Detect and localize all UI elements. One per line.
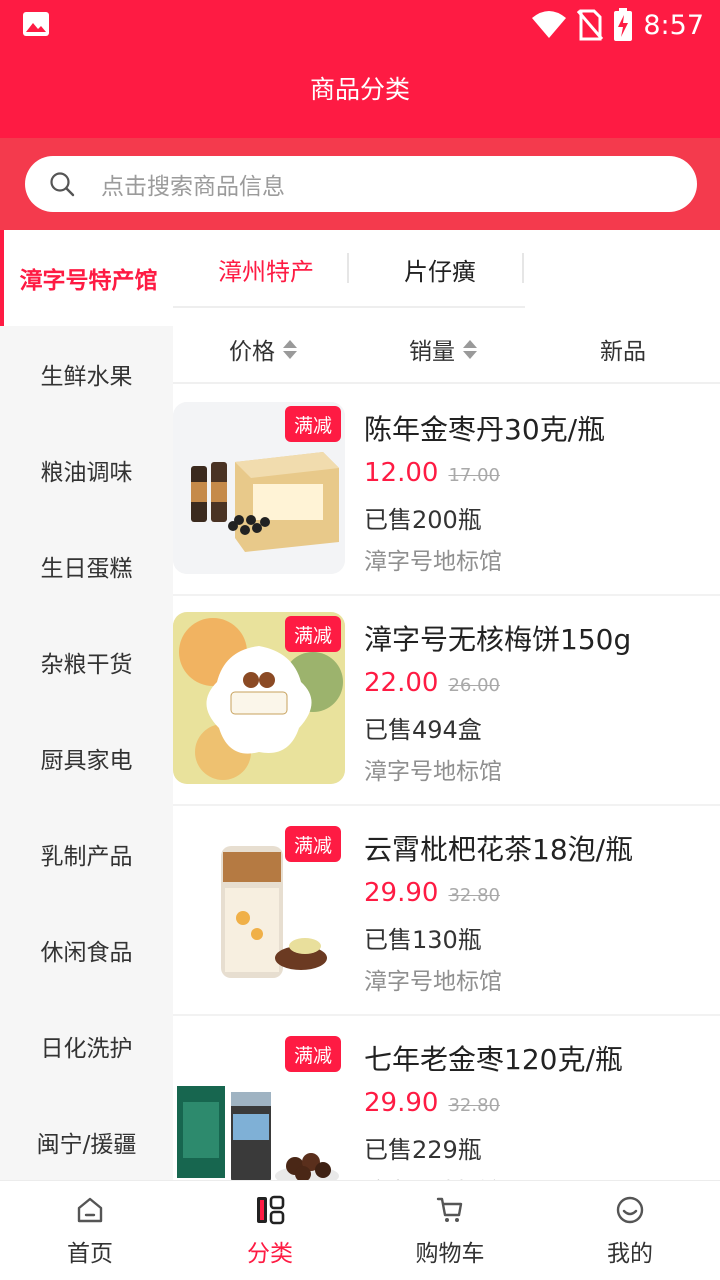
sidebar-item-daily-care[interactable]: 日化洗护 [0,998,173,1094]
search-placeholder: 点击搜索商品信息 [101,174,285,200]
product-card[interactable]: 满减 七年老金枣120克/瓶 29.90 32.80 已售229瓶 漳字号地标馆 [173,1016,720,1180]
product-list: 满减 陈年金枣丹30克/瓶 12.00 17.00 已售200瓶 漳字号地标馆 … [173,386,720,1180]
sidebar-item-appliances[interactable]: 厨具家电 [0,710,173,806]
battery-charging-icon [614,8,633,41]
page-title: 商品分类 [309,75,410,104]
current-price: 29.90 [364,1088,439,1118]
nav-category-label: 分类 [247,1240,293,1267]
original-price: 32.80 [448,885,500,906]
tab-zhangzhou-specialty[interactable]: 漳州特产 [201,252,331,286]
product-price: 22.00 26.00 [364,668,500,698]
sold-count: 已售200瓶 [364,506,482,534]
product-price: 29.90 32.80 [364,1088,500,1118]
product-card[interactable]: 满减 漳字号无核梅饼150g 22.00 26.00 已售494盒 漳字号地标馆 [173,596,720,806]
shop-name: 漳字号地标馆 [364,549,502,575]
original-price: 26.00 [448,675,500,696]
cart-icon [436,1197,463,1222]
search-input[interactable]: 点击搜索商品信息 [25,156,697,212]
product-name: 七年老金枣120克/瓶 [364,1043,623,1076]
sort-new-button[interactable]: 新品 [600,332,646,366]
search-icon [50,172,75,197]
sort-price-label: 价格 [229,339,275,365]
sort-price-button[interactable]: 价格 [229,332,297,366]
current-price: 22.00 [364,668,439,698]
sidebar-item-birthday-cake[interactable]: 生日蛋糕 [0,518,173,614]
product-name: 云霄枇杷花茶18泡/瓶 [364,833,634,866]
sidebar-item-snacks[interactable]: 休闲食品 [0,902,173,998]
original-price: 17.00 [448,465,500,486]
product-name: 漳字号无核梅饼150g [364,623,632,656]
nav-cart-label: 购物车 [415,1240,485,1267]
sidebar-item-fresh-fruit[interactable]: 生鲜水果 [0,326,173,422]
sort-arrows-icon [463,339,477,359]
nav-profile-label: 我的 [607,1240,653,1267]
tab-pianzaihuang[interactable]: 片仔癀 [375,252,505,286]
sold-count: 已售229瓶 [364,1136,482,1164]
sidebar-item-grain-oil[interactable]: 粮油调味 [0,422,173,518]
status-time: 8:57 [643,9,704,41]
product-card[interactable]: 满减 陈年金枣丹30克/瓶 12.00 17.00 已售200瓶 漳字号地标馆 [173,386,720,596]
product-price: 29.90 32.80 [364,878,500,908]
sort-bar: 价格 销量 新品 [173,310,720,384]
sidebar-item-zhangzihao[interactable]: 漳字号特产馆 [0,230,173,326]
home-icon [77,1197,103,1222]
sold-count: 已售494盒 [364,716,482,744]
discount-badge: 满减 [285,826,341,862]
no-sim-icon [577,9,604,41]
sort-sales-button[interactable]: 销量 [409,332,477,366]
nav-home[interactable]: 首页 [0,1181,180,1280]
wifi-icon [532,11,567,38]
category-sidebar: 漳字号特产馆 生鲜水果 粮油调味 生日蛋糕 杂粮干货 厨具家电 乳制产品 休闲食… [0,230,173,1180]
current-price: 29.90 [364,878,439,908]
sidebar-item-minning[interactable]: 闽宁/援疆 [0,1094,173,1190]
bottom-nav: 首页 分类 购物车 我的 [0,1180,720,1280]
product-price: 12.00 17.00 [364,458,500,488]
tab-underline [173,306,525,308]
tab-divider [522,253,524,283]
original-price: 32.80 [448,1095,500,1116]
nav-cart[interactable]: 购物车 [360,1181,540,1280]
sidebar-item-dry-goods[interactable]: 杂粮干货 [0,614,173,710]
status-bar: 8:57 [0,0,720,50]
tab-divider [347,253,349,283]
nav-category[interactable]: 分类 [180,1181,360,1280]
shop-name: 漳字号地标馆 [364,759,502,785]
shop-name: 漳字号地标馆 [364,1172,502,1180]
sort-new-label: 新品 [600,339,646,365]
discount-badge: 满减 [285,616,341,652]
category-icon [257,1195,285,1224]
sort-sales-label: 销量 [409,339,455,365]
shop-name: 漳字号地标馆 [364,969,502,995]
sort-arrows-icon [283,339,297,359]
discount-badge: 满减 [285,406,341,442]
nav-home-label: 首页 [67,1240,113,1267]
profile-icon [616,1196,644,1223]
image-icon [23,12,49,36]
sold-count: 已售130瓶 [364,926,482,954]
current-price: 12.00 [364,458,439,488]
sidebar-item-dairy[interactable]: 乳制产品 [0,806,173,902]
subtab-bar: 漳州特产 片仔癀 [173,230,720,308]
product-name: 陈年金枣丹30克/瓶 [364,413,606,446]
discount-badge: 满减 [285,1036,341,1072]
product-card[interactable]: 满减 云霄枇杷花茶18泡/瓶 29.90 32.80 已售130瓶 漳字号地标馆 [173,806,720,1016]
nav-profile[interactable]: 我的 [540,1181,720,1280]
